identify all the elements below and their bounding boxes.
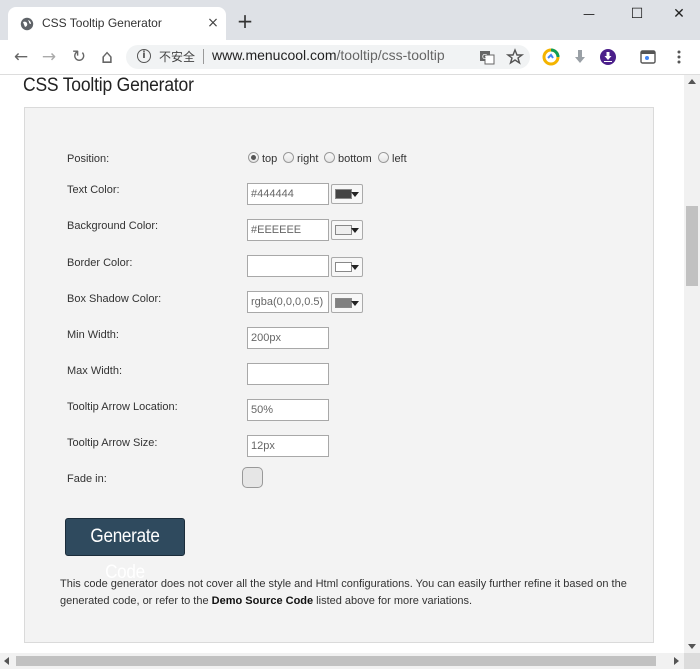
background-color-input[interactable]: #EEEEEE [247, 219, 329, 241]
home-button[interactable]: ⌂ [96, 46, 118, 68]
color-swatch [335, 298, 352, 308]
scroll-down-arrow-icon[interactable] [688, 644, 696, 649]
scroll-right-arrow-icon[interactable] [674, 657, 679, 665]
border-color-label: Border Color: [67, 257, 133, 269]
arrow-location-input[interactable]: 50% [247, 399, 329, 421]
vertical-scrollbar[interactable] [684, 75, 700, 653]
translate-icon[interactable]: G [477, 47, 497, 67]
text-color-picker[interactable] [331, 184, 363, 204]
bookmark-star-icon[interactable] [505, 47, 525, 67]
extension-colorful-icon[interactable] [541, 47, 561, 67]
fade-in-checkbox[interactable] [242, 467, 263, 488]
position-option-top: top [262, 153, 278, 165]
extension-window-icon[interactable] [638, 47, 658, 67]
browser-tab[interactable]: CSS Tooltip Generator × [8, 7, 226, 40]
scrollbar-corner [684, 653, 700, 669]
dropdown-arrow-icon [351, 301, 359, 306]
note-text-end: listed above for more variations. [313, 595, 473, 607]
vertical-scroll-thumb[interactable] [686, 206, 698, 286]
arrow-size-input[interactable]: 12px [247, 435, 329, 457]
border-color-picker[interactable] [331, 257, 363, 277]
max-width-label: Max Width: [67, 365, 123, 377]
close-window-button[interactable]: ✕ [656, 0, 700, 30]
text-color-input[interactable]: #444444 [247, 183, 329, 205]
box-shadow-color-label: Box Shadow Color: [67, 293, 162, 305]
dropdown-arrow-icon [351, 228, 359, 233]
reload-button[interactable]: ↻ [68, 46, 90, 68]
download-gray-icon[interactable] [570, 47, 590, 67]
position-radio-left[interactable] [378, 152, 389, 163]
scroll-up-arrow-icon[interactable] [688, 79, 696, 84]
url-host: www.menucool.com [212, 47, 337, 63]
dropdown-arrow-icon [351, 192, 359, 197]
horizontal-scroll-thumb[interactable] [16, 656, 656, 666]
color-swatch [335, 225, 352, 235]
scroll-left-arrow-icon[interactable] [4, 657, 9, 665]
position-label: Position: [67, 153, 110, 165]
position-radio-top[interactable] [248, 152, 259, 163]
box-shadow-color-input[interactable]: rgba(0,0,0,0.5) [247, 291, 329, 313]
position-option-left: left [392, 153, 407, 165]
security-label: 不安全 [159, 50, 196, 64]
url-divider [203, 49, 204, 64]
close-tab-icon[interactable]: × [204, 14, 222, 32]
dropdown-arrow-icon [351, 265, 359, 270]
position-radio-right[interactable] [283, 152, 294, 163]
globe-icon [20, 17, 34, 31]
minimize-button[interactable]: — [566, 0, 612, 30]
arrow-location-label: Tooltip Arrow Location: [67, 401, 178, 413]
min-width-label: Min Width: [67, 329, 119, 341]
position-option-bottom: bottom [338, 153, 372, 165]
forward-button[interactable]: → [38, 46, 60, 68]
generate-code-button[interactable]: Generate Code [65, 518, 185, 583]
arrow-size-label: Tooltip Arrow Size: [67, 437, 158, 449]
min-width-input[interactable]: 200px [247, 327, 329, 349]
page-title: CSS Tooltip Generator [23, 75, 194, 96]
demo-source-code-link[interactable]: Demo Source Code [212, 595, 313, 607]
background-color-picker[interactable] [331, 220, 363, 240]
position-radio-bottom[interactable] [324, 152, 335, 163]
color-swatch [335, 262, 352, 272]
download-purple-icon[interactable] [598, 47, 618, 67]
background-color-label: Background Color: [67, 220, 159, 232]
max-width-input[interactable] [247, 363, 329, 385]
url-path: /tooltip/css-tooltip [336, 47, 445, 63]
fade-in-label: Fade in: [67, 473, 107, 485]
new-tab-button[interactable]: + [236, 11, 254, 31]
back-button[interactable]: ← [10, 46, 32, 68]
menu-more-icon[interactable] [669, 47, 689, 67]
url-text[interactable]: www.menucool.com/tooltip/css-tooltip [212, 47, 445, 63]
box-shadow-color-picker[interactable] [331, 293, 363, 313]
tab-title: CSS Tooltip Generator [42, 16, 162, 30]
info-icon[interactable]: i [137, 49, 151, 63]
color-swatch [335, 189, 352, 199]
text-color-label: Text Color: [67, 184, 120, 196]
svg-text:G: G [482, 53, 487, 61]
maximize-button[interactable]: ☐ [614, 0, 660, 30]
position-option-right: right [297, 153, 319, 165]
generator-note: This code generator does not cover all t… [60, 576, 630, 610]
border-color-input[interactable] [247, 255, 329, 277]
